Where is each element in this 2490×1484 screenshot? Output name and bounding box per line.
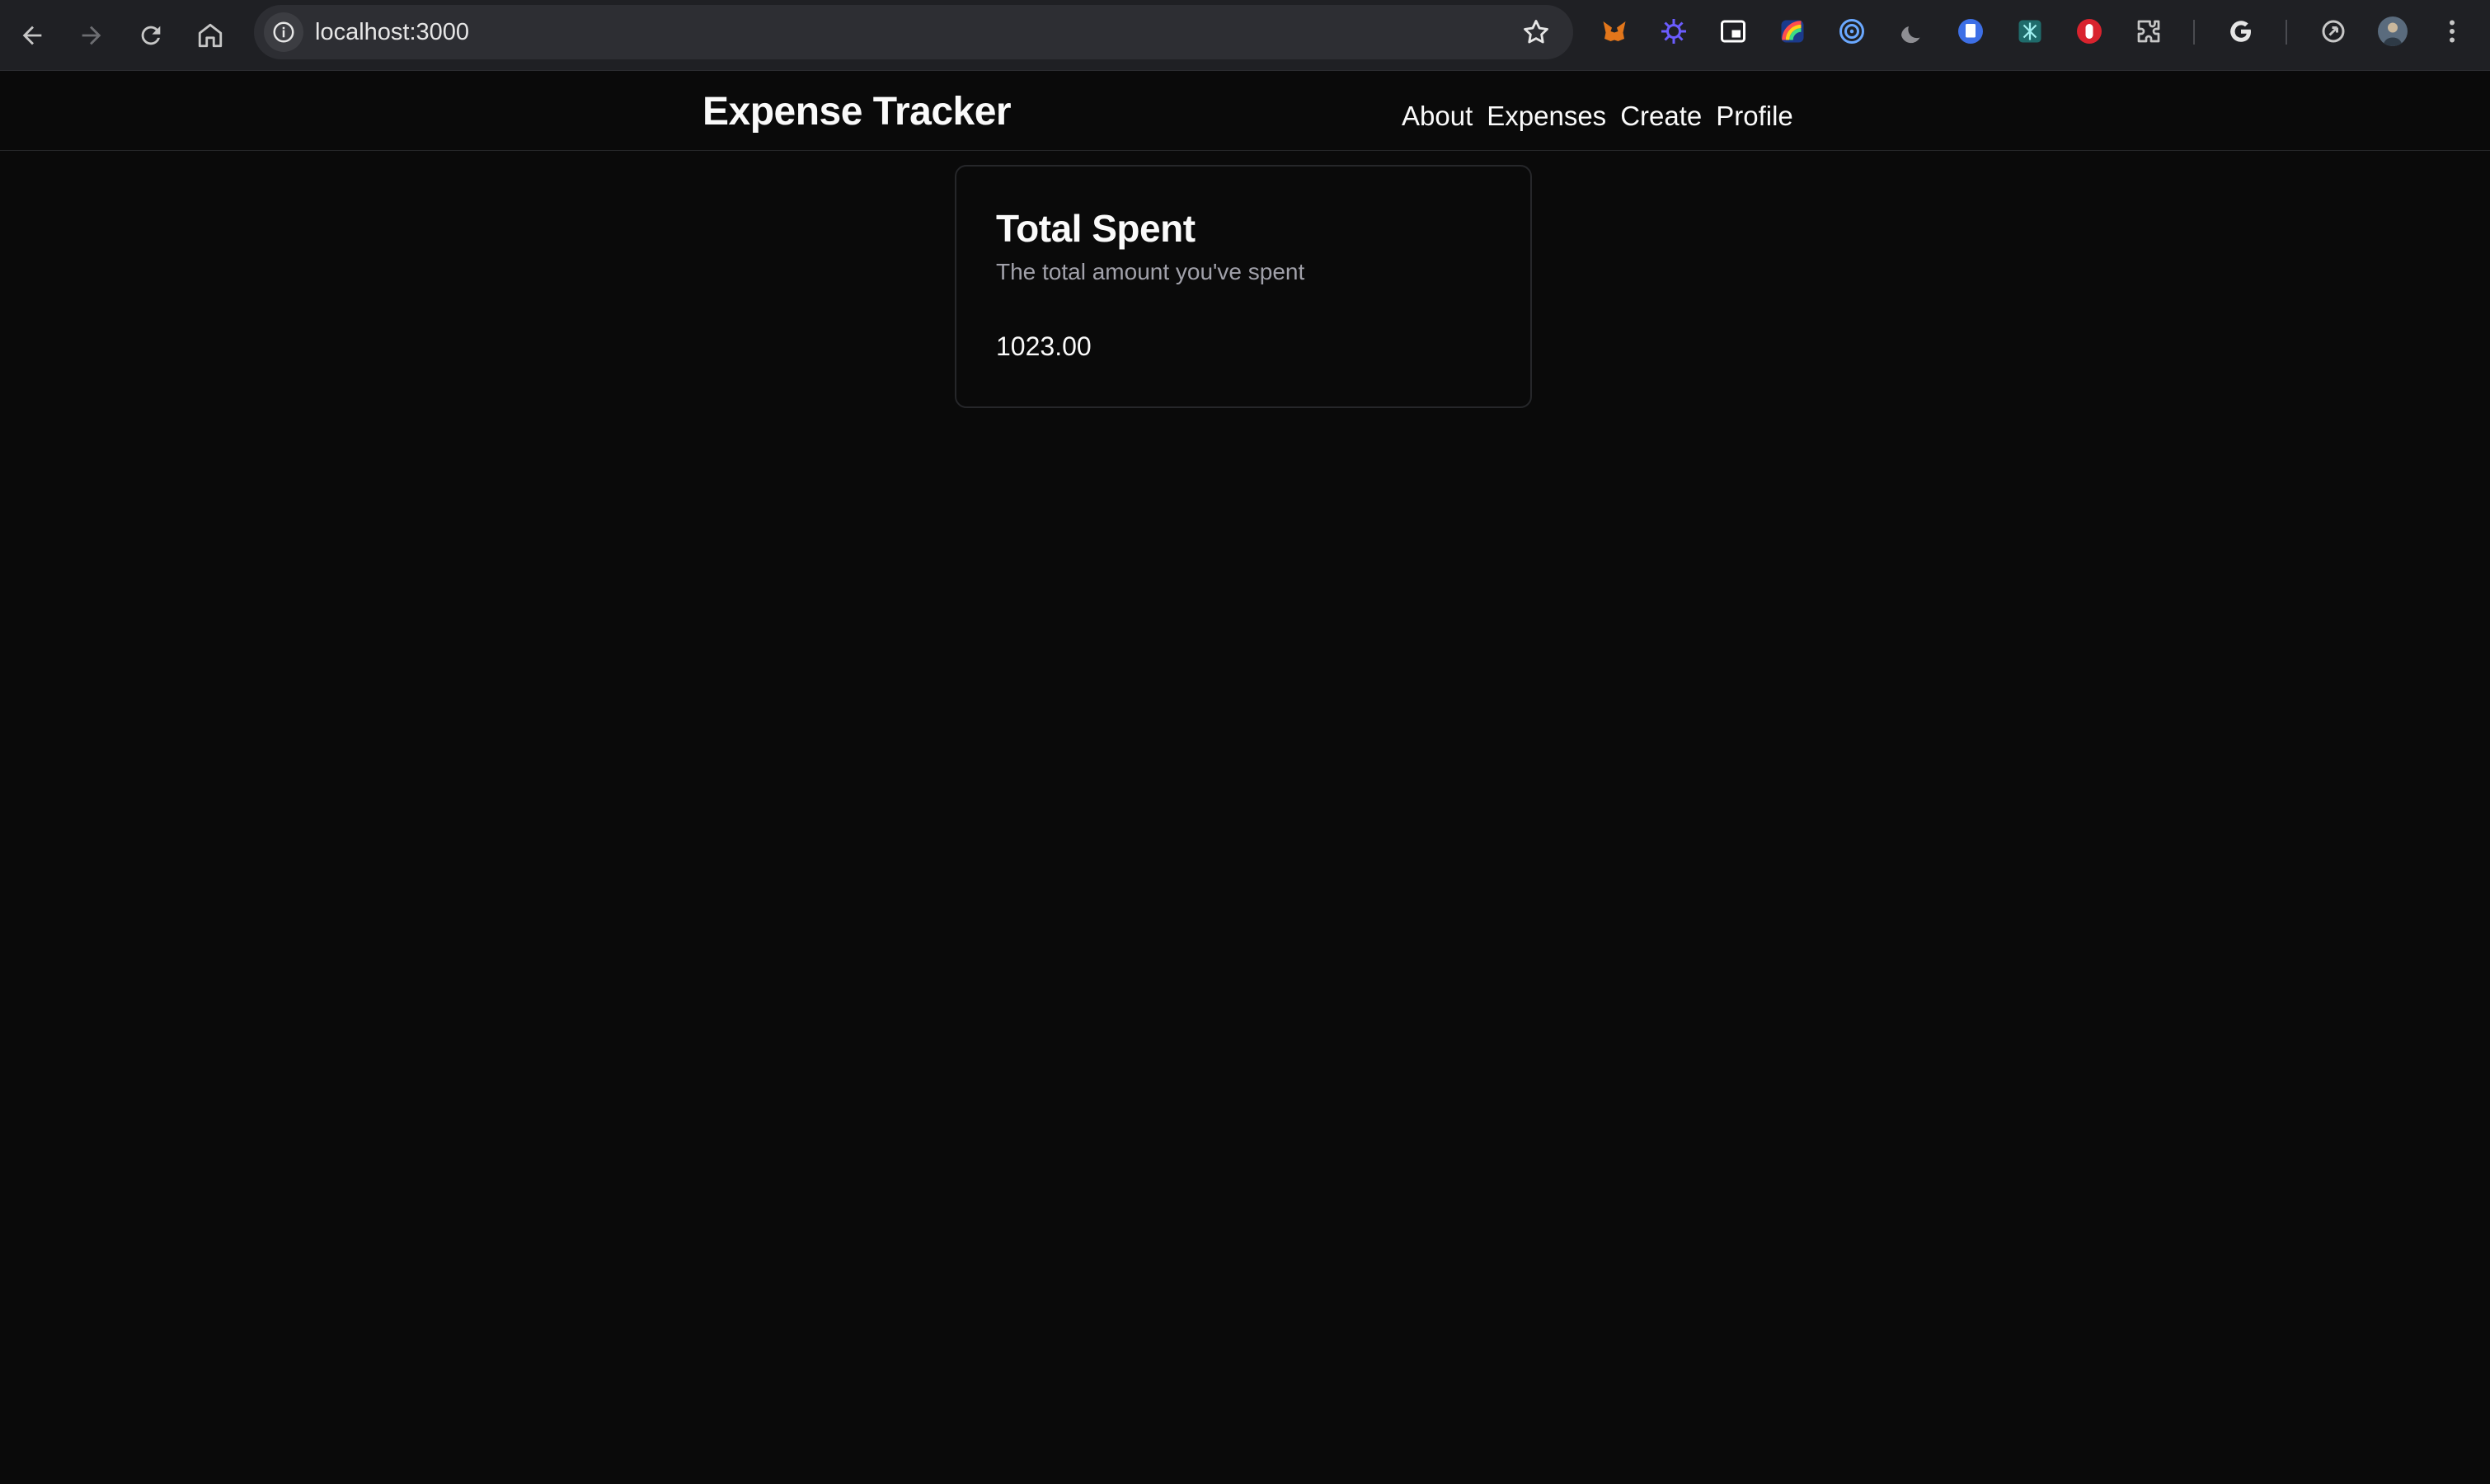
forward-button[interactable] xyxy=(69,13,114,58)
google-g-icon xyxy=(2230,21,2251,42)
metamask-fox-icon xyxy=(1603,21,1626,41)
more-vert-icon xyxy=(2450,20,2455,43)
browser-menu-button[interactable] xyxy=(2437,16,2467,46)
home-button[interactable] xyxy=(188,13,233,58)
app-title[interactable]: Expense Tracker xyxy=(702,89,1012,134)
rainbow-icon xyxy=(1781,20,1804,43)
hand-stop-icon xyxy=(2077,19,2102,44)
browser-toolbar: localhost:3000 xyxy=(0,0,2490,71)
main-nav: About Expenses Create Profile xyxy=(1402,101,1793,132)
app-header: Expense Tracker About Expenses Create Pr… xyxy=(0,71,2490,151)
google-button[interactable] xyxy=(2226,16,2256,46)
url-text[interactable]: localhost:3000 xyxy=(315,5,469,59)
grammar-icon xyxy=(2018,20,2041,43)
sync-button[interactable] xyxy=(2319,16,2348,46)
total-spent-card: Total Spent The total amount you've spen… xyxy=(955,165,1532,408)
puzzle-star-icon xyxy=(1661,19,1686,44)
moon-icon xyxy=(1901,26,1920,44)
toolbar-separator xyxy=(2193,20,2195,45)
grammar-extension[interactable] xyxy=(2015,16,2045,46)
back-button[interactable] xyxy=(10,13,54,58)
document-icon xyxy=(1958,19,1983,44)
bookmark-star-icon[interactable] xyxy=(1520,16,1552,48)
extensions-menu-button[interactable] xyxy=(2134,16,2163,46)
document-extension[interactable] xyxy=(1956,16,1985,46)
sync-icon xyxy=(2322,20,2345,43)
nav-link-expenses[interactable]: Expenses xyxy=(1487,101,1606,132)
nav-link-create[interactable]: Create xyxy=(1620,101,1702,132)
nav-link-profile[interactable]: Profile xyxy=(1716,101,1793,132)
target-icon xyxy=(1839,19,1864,44)
card-description: The total amount you've spent xyxy=(996,259,1305,284)
profile-avatar-icon xyxy=(2378,16,2408,46)
home-icon xyxy=(198,23,223,48)
picture-in-picture-icon xyxy=(1721,20,1745,43)
back-arrow-icon xyxy=(22,26,42,45)
nav-link-about[interactable]: About xyxy=(1402,101,1473,132)
extensions-puzzle-icon xyxy=(2137,20,2160,43)
profile-button[interactable] xyxy=(2378,16,2408,46)
site-info-button[interactable] xyxy=(264,12,303,52)
site-info-icon xyxy=(273,21,294,43)
target-extension[interactable] xyxy=(1837,16,1867,46)
pip-extension[interactable] xyxy=(1718,16,1748,46)
forward-arrow-icon xyxy=(82,26,101,45)
moon-extension[interactable] xyxy=(1896,16,1926,46)
reload-icon xyxy=(141,26,161,45)
address-bar[interactable]: localhost:3000 xyxy=(254,5,1573,59)
card-title: Total Spent xyxy=(996,207,1196,250)
reload-button[interactable] xyxy=(129,13,173,58)
toolbar-separator xyxy=(2286,20,2287,45)
stop-extension[interactable] xyxy=(2074,16,2104,46)
metamask-extension[interactable] xyxy=(1600,16,1629,46)
star-extension[interactable] xyxy=(1659,16,1689,46)
total-spent-value: 1023.00 xyxy=(996,331,1092,361)
rainbow-extension[interactable] xyxy=(1778,16,1807,46)
